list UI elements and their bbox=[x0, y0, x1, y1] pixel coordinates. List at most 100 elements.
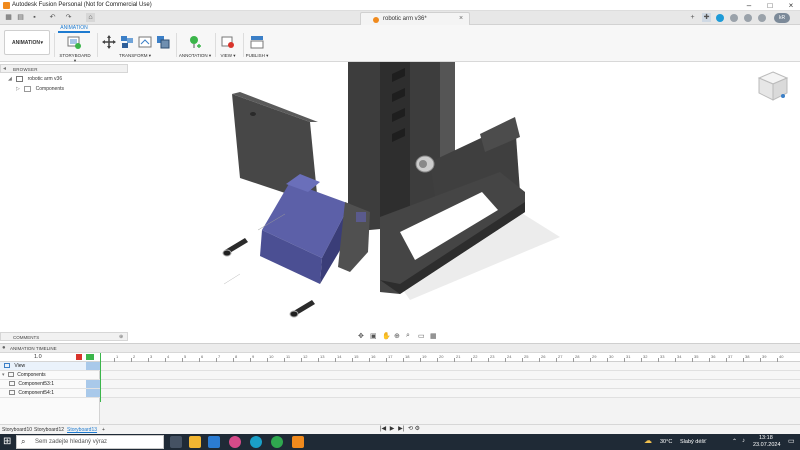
look-at-icon[interactable]: ▣ bbox=[370, 332, 377, 340]
notifications-icon[interactable] bbox=[730, 14, 738, 22]
edge-icon[interactable] bbox=[250, 436, 262, 448]
browser-root[interactable]: ◢ robotic arm v36 bbox=[8, 75, 62, 84]
timeline-row-component53[interactable]: Component53:1 bbox=[0, 380, 100, 389]
ruler-tick: 15 bbox=[354, 354, 359, 359]
collapse-icon[interactable]: ● bbox=[2, 345, 6, 351]
restore-home-icon[interactable] bbox=[138, 35, 152, 49]
add-comment-icon[interactable]: ⊕ bbox=[119, 334, 123, 340]
storyboard-tab-10[interactable]: Storyboard10 bbox=[2, 426, 32, 434]
browser-panel-header[interactable]: ◂ BROWSER bbox=[0, 64, 128, 73]
track-components[interactable] bbox=[100, 371, 800, 380]
storyboard-tab-12[interactable]: Storyboard12 bbox=[34, 426, 64, 434]
close-tab-button[interactable]: × bbox=[459, 15, 463, 22]
view-cube[interactable] bbox=[756, 70, 790, 102]
annotation-group-label[interactable]: ANNOTATION ▾ bbox=[178, 53, 212, 59]
notification-center-icon[interactable]: ▭ bbox=[788, 437, 795, 445]
fit-icon[interactable]: ⌕ bbox=[406, 332, 410, 340]
file-menu-icon[interactable]: ▤ bbox=[16, 13, 25, 22]
file-explorer-icon[interactable] bbox=[189, 436, 201, 448]
viewport-canvas[interactable]: ◂ BROWSER ◢ robotic arm v36 ▷ Components bbox=[0, 62, 800, 342]
save-icon[interactable]: ▪ bbox=[30, 13, 39, 22]
explode-icon[interactable] bbox=[120, 35, 134, 49]
record-icon[interactable] bbox=[76, 354, 82, 360]
collapse-icon[interactable]: ◂ bbox=[3, 65, 6, 72]
document-tab[interactable]: robotic arm v36* × bbox=[360, 12, 470, 25]
view-icon[interactable] bbox=[221, 35, 235, 49]
timeline-ruler[interactable]: 1 2 3 4 5 6 7 8 9 10 11 12 13 14 15 16 17 18 19 20 21 22 23 24 2… bbox=[100, 353, 800, 362]
redo-icon[interactable]: ↷ bbox=[64, 13, 73, 22]
timeline-tracks[interactable] bbox=[86, 353, 800, 402]
display-settings-icon[interactable]: ▭ bbox=[418, 332, 425, 340]
online-status-icon[interactable] bbox=[758, 14, 766, 22]
expand-icon[interactable]: ◢ bbox=[8, 76, 12, 82]
browser-title: BROWSER bbox=[13, 66, 38, 72]
help-icon[interactable] bbox=[744, 14, 752, 22]
callout-icon[interactable] bbox=[188, 35, 202, 49]
minimize-button[interactable]: – bbox=[742, 1, 756, 10]
animation-timeline: ● ANIMATION TIMELINE 1.0 View ▾ Componen… bbox=[0, 343, 800, 425]
weather-icon[interactable]: ☁ bbox=[644, 436, 652, 445]
volume-icon[interactable]: ♪ bbox=[742, 438, 745, 444]
chrome-icon[interactable] bbox=[271, 436, 283, 448]
publish-video-icon[interactable] bbox=[250, 35, 264, 49]
playback-settings-icon[interactable]: ⚙ bbox=[415, 426, 420, 432]
storyboard-icon[interactable] bbox=[67, 35, 81, 49]
playhead-handle[interactable] bbox=[86, 354, 94, 360]
previous-frame-button[interactable]: |◀ bbox=[380, 426, 386, 432]
timeline-row-component54[interactable]: Component54:1 bbox=[0, 389, 100, 398]
job-status-icon[interactable] bbox=[716, 14, 724, 22]
pan-icon[interactable]: ✋ bbox=[382, 332, 391, 340]
view-group-label[interactable]: VIEW ▾ bbox=[216, 53, 240, 59]
expand-icon[interactable]: ▷ bbox=[16, 86, 20, 92]
windows-start-icon[interactable]: ⊞ bbox=[3, 436, 11, 447]
clock-time[interactable]: 13:18 bbox=[759, 435, 773, 441]
mail-icon[interactable] bbox=[208, 436, 220, 448]
storyboard-tab-13[interactable]: Storyboard13 bbox=[67, 426, 97, 434]
clock-date[interactable]: 23.07.2024 bbox=[753, 442, 781, 448]
view-keyframe[interactable] bbox=[86, 362, 100, 370]
expand-icon[interactable]: ▾ bbox=[2, 372, 5, 378]
extensions-icon[interactable]: ✚ bbox=[702, 13, 711, 22]
component53-keyframe[interactable] bbox=[86, 380, 100, 388]
timeline-row-view[interactable]: View bbox=[0, 362, 100, 371]
workspace-switcher[interactable]: ANIMATION ▾ bbox=[4, 30, 50, 55]
tab-animation[interactable]: ANIMATION bbox=[58, 25, 90, 33]
next-frame-button[interactable]: ▶| bbox=[398, 426, 404, 432]
ruler-tick: 17 bbox=[388, 354, 393, 359]
fusion-taskbar-icon[interactable] bbox=[292, 436, 304, 448]
transform-group-label[interactable]: TRANSFORM ▾ bbox=[112, 53, 158, 59]
taskbar-search[interactable]: ⌕ Sem zadejte hledaný výraz bbox=[16, 435, 164, 449]
instagram-icon[interactable] bbox=[229, 436, 241, 448]
publish-group-label[interactable]: PUBLISH ▾ bbox=[244, 53, 270, 59]
model-view[interactable] bbox=[0, 62, 800, 342]
home-icon[interactable]: ⌂ bbox=[86, 13, 95, 22]
network-icon[interactable]: ⌃ bbox=[732, 438, 737, 445]
track-component53[interactable] bbox=[100, 380, 800, 389]
user-avatar[interactable]: kR bbox=[774, 13, 790, 23]
new-tab-button[interactable]: + bbox=[688, 13, 697, 22]
track-component54[interactable] bbox=[100, 389, 800, 398]
grid-settings-icon[interactable]: ▦ bbox=[430, 332, 437, 340]
loop-icon[interactable]: ⟲ bbox=[408, 426, 413, 432]
timeline-row-components[interactable]: ▾ Components bbox=[0, 371, 100, 380]
maximize-button[interactable]: □ bbox=[763, 1, 777, 10]
move-icon[interactable] bbox=[102, 35, 116, 49]
timeline-header[interactable]: ● ANIMATION TIMELINE bbox=[0, 344, 800, 353]
zoom-icon[interactable]: ⊕ bbox=[394, 332, 400, 340]
document-icon bbox=[16, 75, 24, 82]
transform-components-icon[interactable] bbox=[156, 35, 170, 49]
close-window-button[interactable]: × bbox=[784, 1, 798, 10]
ruler-tick: 20 bbox=[439, 354, 444, 359]
time-field[interactable]: 1.0 bbox=[0, 353, 100, 362]
grid-menu-icon[interactable]: ▦ bbox=[4, 13, 13, 22]
component54-keyframe[interactable] bbox=[86, 389, 100, 397]
orbit-icon[interactable]: ✥ bbox=[358, 332, 364, 340]
undo-icon[interactable]: ↶ bbox=[48, 13, 57, 22]
track-view[interactable] bbox=[100, 362, 800, 371]
task-view-icon[interactable] bbox=[170, 436, 182, 448]
play-button[interactable]: ▶ bbox=[390, 426, 395, 432]
ruler-tick: 2 bbox=[133, 354, 136, 359]
browser-item-components[interactable]: ▷ Components bbox=[16, 85, 64, 94]
comments-panel[interactable]: COMMENTS ⊕ bbox=[0, 332, 128, 341]
add-storyboard-button[interactable]: + bbox=[102, 426, 105, 434]
